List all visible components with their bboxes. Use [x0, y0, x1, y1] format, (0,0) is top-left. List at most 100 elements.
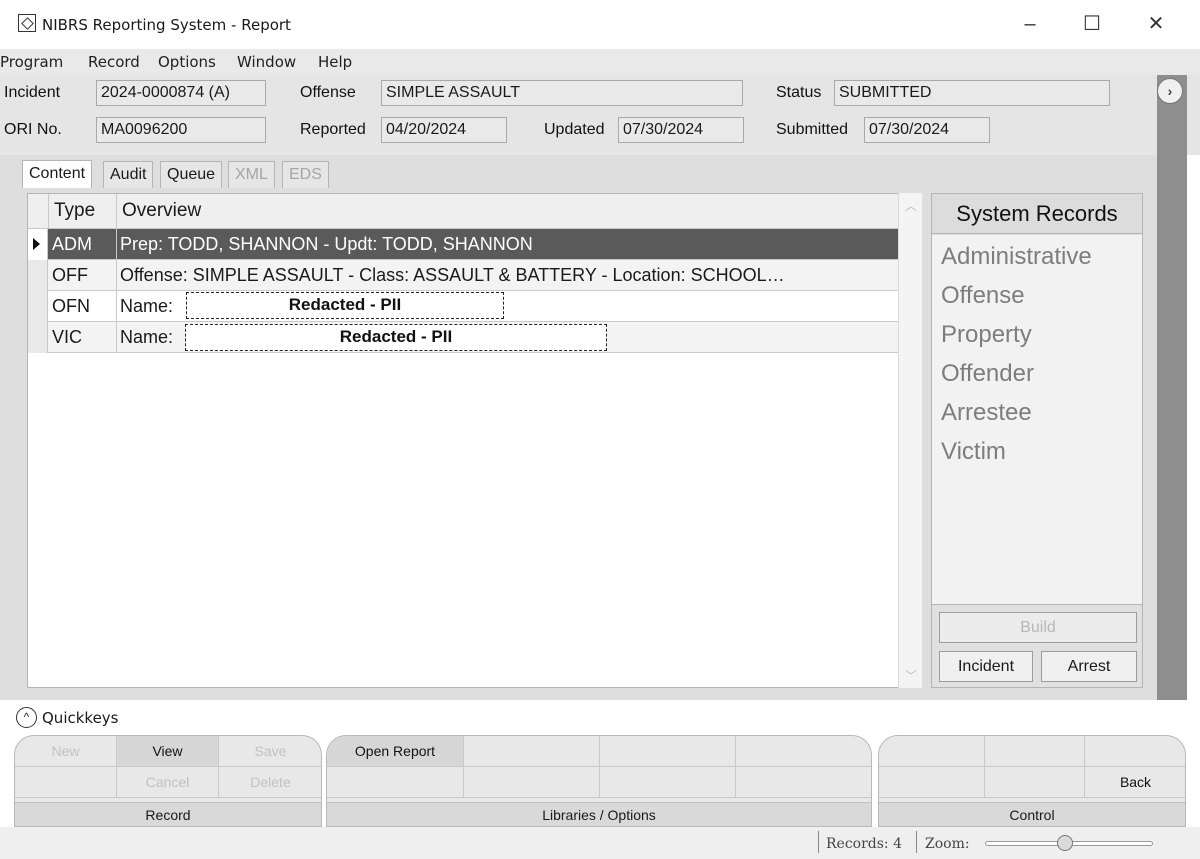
row-type: OFN [52, 296, 90, 316]
save-button: Save [219, 736, 321, 767]
updated-field: 07/30/2024 [618, 117, 744, 143]
empty-key [464, 736, 600, 767]
redaction-box: Redacted - PII [186, 292, 504, 319]
record-keys-group: New View Save Cancel Delete Record [14, 735, 322, 827]
column-divider [48, 194, 49, 228]
quickkeys-label[interactable]: Quickkeys [42, 709, 119, 727]
table-row[interactable]: ADM Prep: TODD, SHANNON - Updt: TODD, SH… [28, 229, 899, 260]
empty-key [600, 736, 736, 767]
build-button: Build [939, 612, 1137, 643]
menu-window[interactable]: Window [237, 53, 296, 71]
grid-header: Type Overview [28, 194, 899, 229]
delete-button: Delete [219, 767, 321, 798]
empty-key [985, 767, 1085, 798]
tab-xml: XML [228, 161, 275, 188]
row-indicator [28, 260, 48, 291]
sys-item-offender[interactable]: Offender [941, 360, 1034, 388]
column-header-overview[interactable]: Overview [122, 200, 201, 222]
libraries-keys-group: Open Report Libraries / Options [326, 735, 872, 827]
sys-item-victim[interactable]: Victim [941, 438, 1006, 466]
reported-field: 04/20/2024 [381, 117, 507, 143]
system-records-list: Administrative Offense Property Offender… [932, 235, 1142, 605]
column-divider [116, 322, 117, 352]
back-button[interactable]: Back [1085, 767, 1185, 798]
minimize-button[interactable]: – [1012, 10, 1048, 38]
column-divider [116, 229, 117, 259]
empty-key [879, 767, 985, 798]
menu-record[interactable]: Record [88, 53, 140, 71]
row-overview: Offense: SIMPLE ASSAULT - Class: ASSAULT… [120, 265, 785, 285]
row-type: ADM [52, 234, 92, 254]
control-group-label: Control [879, 802, 1185, 826]
menu-program[interactable]: Program [0, 53, 63, 71]
tab-eds: EDS [282, 161, 329, 188]
ori-label: ORI No. [4, 121, 62, 138]
menu-help[interactable]: Help [318, 53, 352, 71]
control-keys-group: Back Control [878, 735, 1186, 827]
empty-key [327, 767, 464, 798]
status-divider [818, 831, 819, 853]
table-row[interactable]: VIC Name: Redacted - PII [28, 322, 899, 353]
row-indicator [28, 229, 48, 260]
scroll-down-icon[interactable]: ﹀ [905, 667, 917, 684]
reported-label: Reported [300, 121, 366, 138]
records-grid: Type Overview ADM Prep: TODD, SHANNON - … [27, 193, 900, 688]
offense-field: SIMPLE ASSAULT [381, 80, 743, 106]
system-records-title: System Records [932, 194, 1142, 234]
sys-item-property[interactable]: Property [941, 321, 1032, 349]
window-title: NIBRS Reporting System - Report [42, 16, 291, 34]
scroll-up-icon[interactable]: ︿ [905, 197, 917, 214]
table-row[interactable]: OFN Name: Redacted - PII [28, 291, 899, 322]
empty-key [736, 767, 871, 798]
row-arrow-icon [33, 238, 40, 250]
system-records-panel: System Records Administrative Offense Pr… [931, 193, 1143, 688]
submitted-label: Submitted [776, 121, 849, 138]
chevron-up-icon[interactable]: ^ [16, 707, 37, 728]
sys-item-administrative[interactable]: Administrative [941, 243, 1092, 271]
records-count: Records: 4 [826, 836, 903, 852]
sys-item-arrestee[interactable]: Arrestee [941, 399, 1032, 427]
tab-queue[interactable]: Queue [160, 161, 223, 188]
empty-key [1085, 736, 1185, 767]
row-overview: Name: [120, 327, 174, 347]
column-divider [116, 194, 117, 228]
empty-key [15, 767, 117, 798]
sys-item-offense[interactable]: Offense [941, 282, 1025, 310]
tab-content[interactable]: Content [22, 160, 93, 189]
zoom-slider-thumb[interactable] [1057, 835, 1073, 851]
empty-key [600, 767, 736, 798]
column-divider [116, 260, 117, 290]
empty-key [985, 736, 1085, 767]
menu-options[interactable]: Options [158, 53, 216, 71]
redaction-box: Redacted - PII [185, 324, 607, 351]
chevron-right-icon[interactable]: › [1157, 78, 1183, 104]
side-panel-strip [1157, 75, 1187, 700]
arrest-button[interactable]: Arrest [1041, 651, 1137, 682]
ori-field: MA0096200 [96, 117, 266, 143]
column-divider [116, 291, 117, 321]
column-header-type[interactable]: Type [54, 200, 95, 222]
empty-key [464, 767, 600, 798]
menu-bar: Program Record Options Window Help [0, 49, 1200, 75]
status-label: Status [776, 84, 822, 101]
tab-audit[interactable]: Audit [103, 161, 154, 188]
quickkeys-bar [0, 703, 1200, 733]
table-row[interactable]: OFF Offense: SIMPLE ASSAULT - Class: ASS… [28, 260, 899, 291]
row-overview: Name: [120, 296, 174, 316]
grid-scrollbar[interactable]: ︿ ﹀ [898, 193, 922, 688]
new-button: New [15, 736, 117, 767]
row-type: OFF [52, 265, 88, 285]
close-button[interactable]: ✕ [1138, 10, 1174, 38]
status-divider [916, 831, 917, 853]
open-report-button[interactable]: Open Report [327, 736, 464, 767]
row-overview: Prep: TODD, SHANNON - Updt: TODD, SHANNO… [120, 234, 533, 254]
empty-key [879, 736, 985, 767]
incident-field: 2024-0000874 (A) [96, 80, 266, 106]
zoom-label: Zoom: [925, 836, 970, 852]
row-type: VIC [52, 327, 83, 347]
view-button[interactable]: View [117, 736, 219, 767]
submitted-field: 07/30/2024 [864, 117, 990, 143]
incident-button[interactable]: Incident [939, 651, 1033, 682]
app-icon [18, 14, 36, 32]
maximize-button[interactable]: ☐ [1074, 10, 1110, 38]
